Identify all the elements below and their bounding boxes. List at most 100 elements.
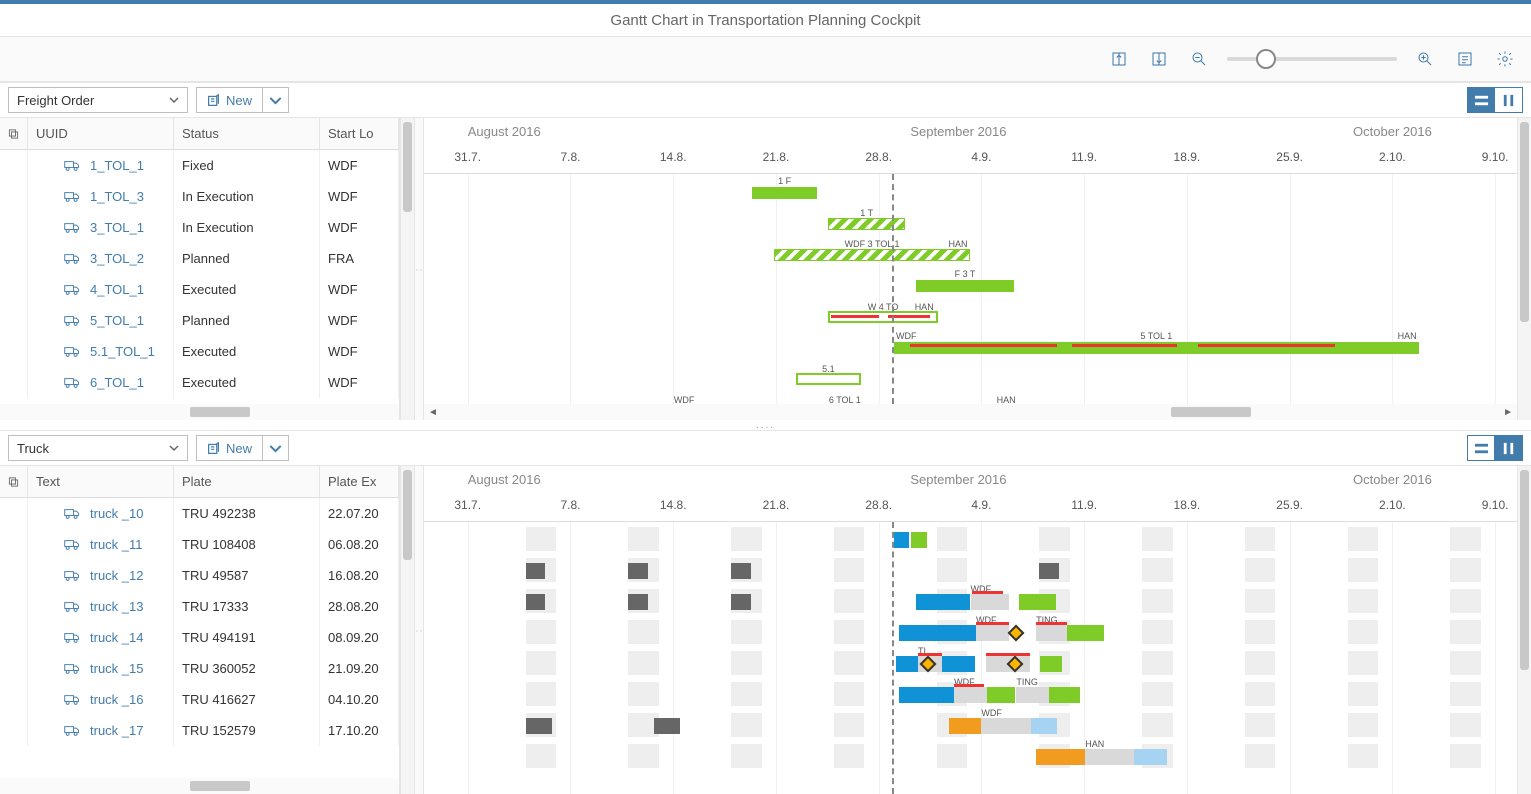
uuid-link[interactable]: 3_TOL_2: [90, 251, 144, 266]
gantt-bar[interactable]: [911, 532, 926, 548]
gantt-bar[interactable]: [1031, 718, 1057, 734]
gantt-bar[interactable]: [1036, 749, 1085, 765]
scroll-right-icon[interactable]: ►: [1503, 407, 1513, 418]
table-row[interactable]: 4_TOL_1ExecutedWDF: [0, 274, 399, 305]
gantt-bar[interactable]: [526, 718, 552, 734]
expand-in-icon[interactable]: [1107, 47, 1131, 71]
col-plate[interactable]: Plate: [174, 466, 320, 497]
table-row[interactable]: truck _17TRU 15257917.10.20: [0, 715, 399, 746]
truck-gantt[interactable]: August 2016September 2016October 201631.…: [424, 466, 1517, 794]
gantt-bar[interactable]: [896, 656, 918, 672]
uuid-link[interactable]: 3_TOL_1: [90, 220, 144, 235]
gantt-bar[interactable]: [731, 594, 751, 610]
settings-icon[interactable]: [1493, 47, 1517, 71]
fo-v-scroll[interactable]: [400, 118, 414, 420]
col-uuid[interactable]: UUID: [28, 118, 174, 149]
seg-view-b-b[interactable]: [1495, 435, 1523, 461]
gantt-bar[interactable]: WDF: [976, 625, 1009, 641]
gantt-split-handle[interactable]: [414, 118, 424, 420]
table-row[interactable]: 5_TOL_1PlannedWDF: [0, 305, 399, 336]
new-dropdown[interactable]: [263, 87, 289, 113]
gantt-bar[interactable]: [526, 594, 546, 610]
gantt-bar[interactable]: [1049, 687, 1080, 703]
legend-icon[interactable]: [1453, 47, 1477, 71]
truck-link[interactable]: truck _12: [90, 568, 143, 583]
gantt-bar[interactable]: [526, 563, 546, 579]
gantt-bar[interactable]: WDF: [971, 594, 1009, 610]
gantt-bar[interactable]: WDF: [981, 718, 1030, 734]
table-row[interactable]: 6_TOL_1ExecutedWDF: [0, 367, 399, 398]
table-row[interactable]: 5.1_TOL_1ExecutedWDF: [0, 336, 399, 367]
uuid-link[interactable]: 4_TOL_1: [90, 282, 144, 297]
gantt-bar[interactable]: [1039, 563, 1059, 579]
table-row[interactable]: 3_TOL_1In ExecutionWDF: [0, 212, 399, 243]
truck-link[interactable]: truck _15: [90, 661, 143, 676]
truck-v-scroll[interactable]: [400, 466, 414, 794]
layout-segment-bottom[interactable]: [1467, 435, 1523, 461]
gantt-bar[interactable]: [916, 594, 971, 610]
uuid-link[interactable]: 1_TOL_3: [90, 189, 144, 204]
seg-view-a[interactable]: [1467, 87, 1495, 113]
gantt-bar[interactable]: [899, 687, 954, 703]
col-status[interactable]: Status: [174, 118, 320, 149]
gantt-bar[interactable]: [894, 532, 909, 548]
col-start[interactable]: Start Lo: [320, 118, 399, 149]
milestone-icon[interactable]: [1007, 625, 1024, 642]
table-row[interactable]: 3_TOL_2PlannedFRA: [0, 243, 399, 274]
gantt-bar[interactable]: 1 F: [752, 187, 818, 199]
col-plate-exp[interactable]: Plate Ex: [320, 466, 399, 497]
gantt-bar[interactable]: [949, 718, 982, 734]
gantt-bar[interactable]: [1019, 594, 1056, 610]
uuid-link[interactable]: 5.1_TOL_1: [90, 344, 155, 359]
truck-gantt-v-scroll[interactable]: [1517, 466, 1531, 794]
gantt-bar[interactable]: WDF5 TOL 1HAN: [894, 342, 1419, 354]
zoom-out-icon[interactable]: [1187, 47, 1211, 71]
layout-segment-top[interactable]: [1467, 87, 1523, 113]
truck-type-dropdown[interactable]: Truck: [8, 435, 188, 461]
gantt-bar[interactable]: [1067, 625, 1104, 641]
gantt-bar[interactable]: [1040, 656, 1062, 672]
gantt-bar[interactable]: [942, 656, 975, 672]
table-row[interactable]: 1_TOL_1FixedWDF: [0, 150, 399, 181]
gantt-bar[interactable]: [654, 718, 680, 734]
gantt-bar[interactable]: [899, 625, 976, 641]
truck-link[interactable]: truck _16: [90, 692, 143, 707]
gantt-bar[interactable]: [628, 563, 648, 579]
uuid-link[interactable]: 1_TOL_1: [90, 158, 144, 173]
truck-link[interactable]: truck _11: [90, 537, 143, 552]
table-row[interactable]: truck _15TRU 36005221.09.20: [0, 653, 399, 684]
truck-link[interactable]: truck _17: [90, 723, 143, 738]
expand-out-icon[interactable]: [1147, 47, 1171, 71]
seg-view-b[interactable]: [1495, 87, 1523, 113]
seg-view-a-b[interactable]: [1467, 435, 1495, 461]
table-row[interactable]: truck _14TRU 49419108.09.20: [0, 622, 399, 653]
gantt-bar[interactable]: [628, 594, 648, 610]
uuid-link[interactable]: 6_TOL_1: [90, 375, 144, 390]
gantt-bar[interactable]: [731, 563, 751, 579]
gantt-bar[interactable]: [987, 687, 1015, 703]
table-row[interactable]: truck _13TRU 1733328.08.20: [0, 591, 399, 622]
gantt-bar[interactable]: WDF: [954, 687, 987, 703]
h-scroll[interactable]: [190, 407, 250, 417]
select-all-icon[interactable]: [0, 118, 28, 149]
col-text[interactable]: Text: [28, 466, 174, 497]
table-row[interactable]: truck _11TRU 10840806.08.20: [0, 529, 399, 560]
zoom-in-icon[interactable]: [1413, 47, 1437, 71]
uuid-link[interactable]: 5_TOL_1: [90, 313, 144, 328]
fo-type-dropdown[interactable]: Freight Order: [8, 87, 188, 113]
gantt-bar[interactable]: [1134, 749, 1167, 765]
truck-link[interactable]: truck _10: [90, 506, 143, 521]
table-row[interactable]: 1_TOL_3In ExecutionWDF: [0, 181, 399, 212]
table-row[interactable]: truck _12TRU 4958716.08.20: [0, 560, 399, 591]
gantt-bar[interactable]: W 4 TOHAN: [828, 311, 937, 323]
scroll-left-icon[interactable]: ◄: [428, 407, 438, 418]
gantt-h-scroll[interactable]: [1171, 407, 1251, 417]
table-row[interactable]: truck _16TRU 41662704.10.20: [0, 684, 399, 715]
gantt-bar[interactable]: F 3 T: [916, 280, 1014, 292]
gantt-split-handle-b[interactable]: [414, 466, 424, 794]
fo-gantt[interactable]: August 2016September 2016October 201631.…: [424, 118, 1517, 420]
table-row[interactable]: truck _10TRU 49223822.07.20: [0, 498, 399, 529]
h-scroll-b[interactable]: [190, 781, 250, 791]
gantt-bar[interactable]: HAN: [1085, 749, 1134, 765]
fo-gantt-v-scroll[interactable]: [1517, 118, 1531, 420]
